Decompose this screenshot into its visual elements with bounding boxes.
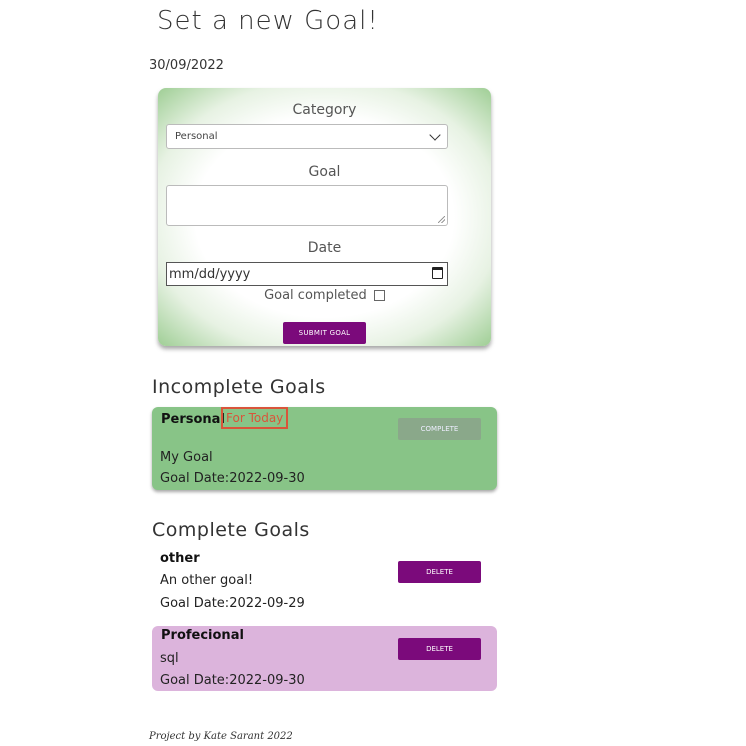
complete-goals-heading: Complete Goals [152, 519, 310, 541]
goal-category: Personal [161, 412, 225, 427]
category-label: Category [292, 102, 357, 118]
current-date: 30/09/2022 [149, 58, 224, 73]
complete-button[interactable]: COMPLETE [398, 418, 481, 440]
goal-category: other [160, 551, 200, 566]
goal-date: Goal Date:2022-09-29 [160, 596, 305, 611]
date-placeholder: mm/dd/yyyy [169, 266, 251, 282]
goal-completed-row: Goal completed [158, 288, 491, 303]
goal-textarea[interactable] [166, 185, 448, 226]
delete-button[interactable]: DELETE [398, 638, 481, 660]
complete-goal-card: Profecional sql Goal Date:2022-09-30 DEL… [152, 626, 497, 691]
new-goal-form: Category Personal Goal Date mm/dd/yyyy G… [158, 88, 491, 346]
goal-label: Goal [308, 164, 341, 180]
complete-goal-card: other An other goal! Goal Date:2022-09-2… [152, 549, 497, 617]
goal-date: Goal Date:2022-09-30 [160, 471, 305, 486]
goal-description: My Goal [160, 450, 213, 465]
page-title: Set a new Goal! [157, 6, 379, 36]
goal-category: Profecional [161, 628, 244, 643]
delete-button[interactable]: DELETE [398, 561, 481, 583]
calendar-icon[interactable] [432, 267, 443, 279]
goal-completed-label: Goal completed [264, 288, 367, 303]
date-input[interactable]: mm/dd/yyyy [166, 262, 448, 286]
footer-credit: Project by Kate Sarant 2022 [149, 731, 293, 742]
incomplete-goals-heading: Incomplete Goals [152, 376, 326, 398]
for-today-badge: For Today [221, 407, 289, 429]
goal-description: An other goal! [160, 573, 254, 588]
goal-date: Goal Date:2022-09-30 [160, 673, 305, 688]
submit-goal-button[interactable]: SUBMIT GOAL [283, 322, 366, 344]
incomplete-goal-card: Personal For Today My Goal Goal Date:202… [152, 407, 497, 490]
date-label: Date [307, 240, 342, 256]
goal-description: sql [160, 651, 179, 666]
resize-grip-icon[interactable] [438, 216, 445, 223]
chevron-down-icon [429, 129, 441, 141]
category-select[interactable]: Personal [166, 124, 448, 149]
category-select-value: Personal [175, 131, 218, 142]
goal-completed-checkbox[interactable] [373, 290, 385, 301]
